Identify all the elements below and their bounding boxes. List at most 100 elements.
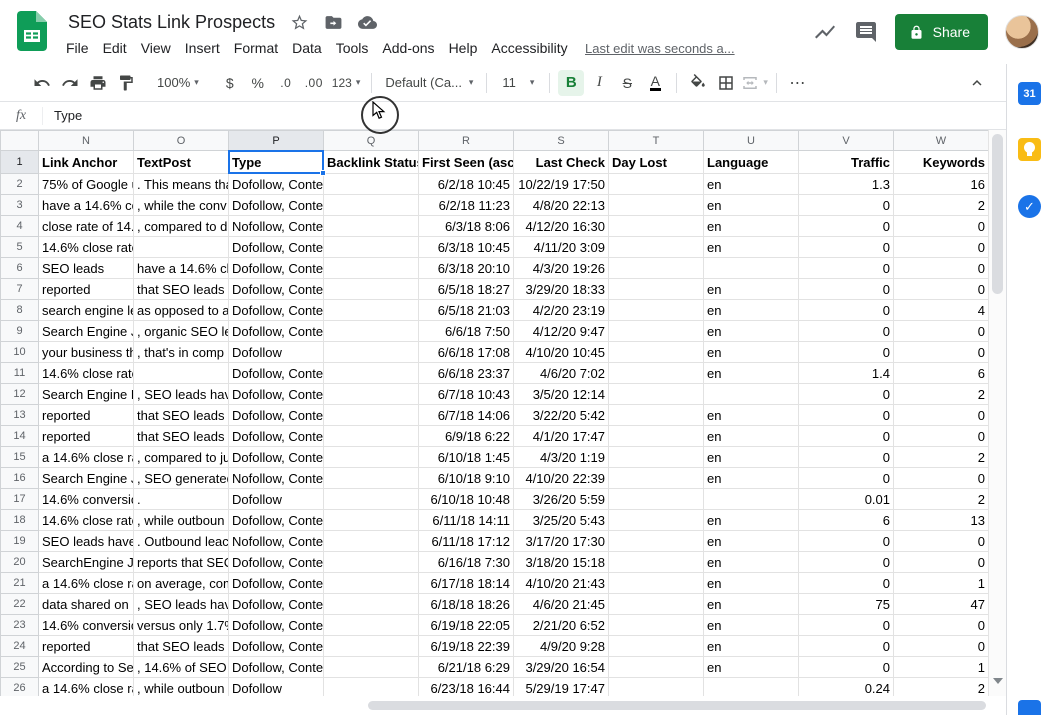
cell[interactable]: 4/3/20 19:26 <box>514 258 609 279</box>
cell[interactable]: 4/12/20 16:30 <box>514 216 609 237</box>
cell[interactable]: 6/10/18 1:45 <box>419 447 514 468</box>
select-all-corner[interactable] <box>1 131 39 151</box>
horizontal-scrollbar-thumb[interactable] <box>368 701 986 710</box>
cell[interactable]: Dofollow, Content <box>229 258 324 279</box>
cell[interactable]: close rate of 14. <box>39 216 134 237</box>
cell[interactable]: 6/5/18 18:27 <box>419 279 514 300</box>
column-header-U[interactable]: U <box>704 131 799 151</box>
cell[interactable]: that SEO leads h <box>134 279 229 300</box>
cell[interactable]: 75% of Google u <box>39 174 134 195</box>
cell[interactable]: Dofollow, Content <box>229 636 324 657</box>
cell[interactable] <box>609 447 704 468</box>
row-header-23[interactable]: 23 <box>1 615 39 636</box>
increase-decimal-button[interactable]: .00 <box>301 70 327 96</box>
cell[interactable]: 3/25/20 5:43 <box>514 510 609 531</box>
cell[interactable]: 6/3/18 8:06 <box>419 216 514 237</box>
cloud-saved-icon[interactable] <box>358 13 377 32</box>
cell[interactable]: Link Anchor <box>39 151 134 174</box>
row-header-25[interactable]: 25 <box>1 657 39 678</box>
cell[interactable]: 6/5/18 21:03 <box>419 300 514 321</box>
cell[interactable]: Dofollow, Content <box>229 657 324 678</box>
cell[interactable] <box>324 615 419 636</box>
cell[interactable]: , SEO generated <box>134 468 229 489</box>
row-header-14[interactable]: 14 <box>1 426 39 447</box>
cell[interactable]: 0 <box>894 279 989 300</box>
cell[interactable] <box>324 405 419 426</box>
cell[interactable]: 6/21/18 6:29 <box>419 657 514 678</box>
merge-cells-button[interactable]: ▾ <box>741 70 768 96</box>
cell[interactable]: Dofollow, Content <box>229 174 324 195</box>
cell[interactable]: 0 <box>799 300 894 321</box>
cell[interactable]: en <box>704 510 799 531</box>
collapse-toolbar-button[interactable] <box>964 70 990 96</box>
cell[interactable]: a 14.6% close ra <box>39 573 134 594</box>
sheets-logo-icon[interactable] <box>17 11 47 52</box>
cell[interactable] <box>324 258 419 279</box>
cell[interactable] <box>609 258 704 279</box>
cell[interactable]: reports that SEC <box>134 552 229 573</box>
cell[interactable]: 3/22/20 5:42 <box>514 405 609 426</box>
cell[interactable] <box>609 678 704 697</box>
cell[interactable] <box>324 468 419 489</box>
cell[interactable]: en <box>704 552 799 573</box>
cell[interactable] <box>609 363 704 384</box>
cell[interactable]: have a 14.6% cl <box>134 258 229 279</box>
cell[interactable] <box>704 258 799 279</box>
cell[interactable] <box>324 195 419 216</box>
cell[interactable]: 6/10/18 9:10 <box>419 468 514 489</box>
cell[interactable] <box>324 300 419 321</box>
cell[interactable]: 14.6% close rate <box>39 510 134 531</box>
row-header-24[interactable]: 24 <box>1 636 39 657</box>
menu-addons[interactable]: Add-ons <box>375 37 441 59</box>
tasks-icon[interactable]: ✓ <box>1018 195 1041 218</box>
cell[interactable]: that SEO leads h <box>134 426 229 447</box>
user-avatar[interactable] <box>1005 15 1039 49</box>
cell[interactable]: 0 <box>799 258 894 279</box>
column-header-O[interactable]: O <box>134 131 229 151</box>
cell[interactable]: Last Check <box>514 151 609 174</box>
cell[interactable]: 6/6/18 7:50 <box>419 321 514 342</box>
cell[interactable]: 0 <box>894 615 989 636</box>
bold-button[interactable]: B <box>558 70 584 96</box>
cell[interactable]: en <box>704 447 799 468</box>
cell[interactable] <box>324 279 419 300</box>
cell[interactable]: TextPost <box>134 151 229 174</box>
cell[interactable]: en <box>704 405 799 426</box>
cell[interactable]: 75 <box>799 594 894 615</box>
cell[interactable]: , while outboun <box>134 510 229 531</box>
cell[interactable]: Dofollow, Content <box>229 237 324 258</box>
row-header-6[interactable]: 6 <box>1 258 39 279</box>
scroll-down-arrow-icon[interactable] <box>993 678 1003 684</box>
cell[interactable] <box>609 489 704 510</box>
cell[interactable]: 0 <box>799 636 894 657</box>
cell[interactable]: 6/19/18 22:39 <box>419 636 514 657</box>
cell[interactable]: Keywords <box>894 151 989 174</box>
row-header-19[interactable]: 19 <box>1 531 39 552</box>
cell[interactable]: , that's in comp <box>134 342 229 363</box>
cell[interactable]: , SEO leads have <box>134 594 229 615</box>
formula-input[interactable]: Type <box>43 108 82 123</box>
column-header-W[interactable]: W <box>894 131 989 151</box>
row-header-11[interactable]: 11 <box>1 363 39 384</box>
cell[interactable]: 4/6/20 21:45 <box>514 594 609 615</box>
cell[interactable]: Backlink Status <box>324 151 419 174</box>
cell[interactable]: 0 <box>799 405 894 426</box>
cell[interactable] <box>609 615 704 636</box>
cell[interactable]: reported <box>39 279 134 300</box>
cell[interactable] <box>609 552 704 573</box>
cell[interactable]: According to Se <box>39 657 134 678</box>
cell[interactable] <box>609 279 704 300</box>
cell[interactable]: en <box>704 363 799 384</box>
vertical-scrollbar-thumb[interactable] <box>992 134 1003 294</box>
cell[interactable]: . Outbound leac <box>134 531 229 552</box>
cell[interactable] <box>609 531 704 552</box>
strikethrough-button[interactable]: S <box>614 70 640 96</box>
cell[interactable]: 0 <box>799 657 894 678</box>
cell[interactable] <box>704 678 799 697</box>
row-header-17[interactable]: 17 <box>1 489 39 510</box>
row-header-22[interactable]: 22 <box>1 594 39 615</box>
menu-data[interactable]: Data <box>285 37 329 59</box>
cell[interactable]: 14.6% close rate <box>39 363 134 384</box>
cell[interactable]: 3/26/20 5:59 <box>514 489 609 510</box>
fill-handle[interactable] <box>320 170 326 176</box>
